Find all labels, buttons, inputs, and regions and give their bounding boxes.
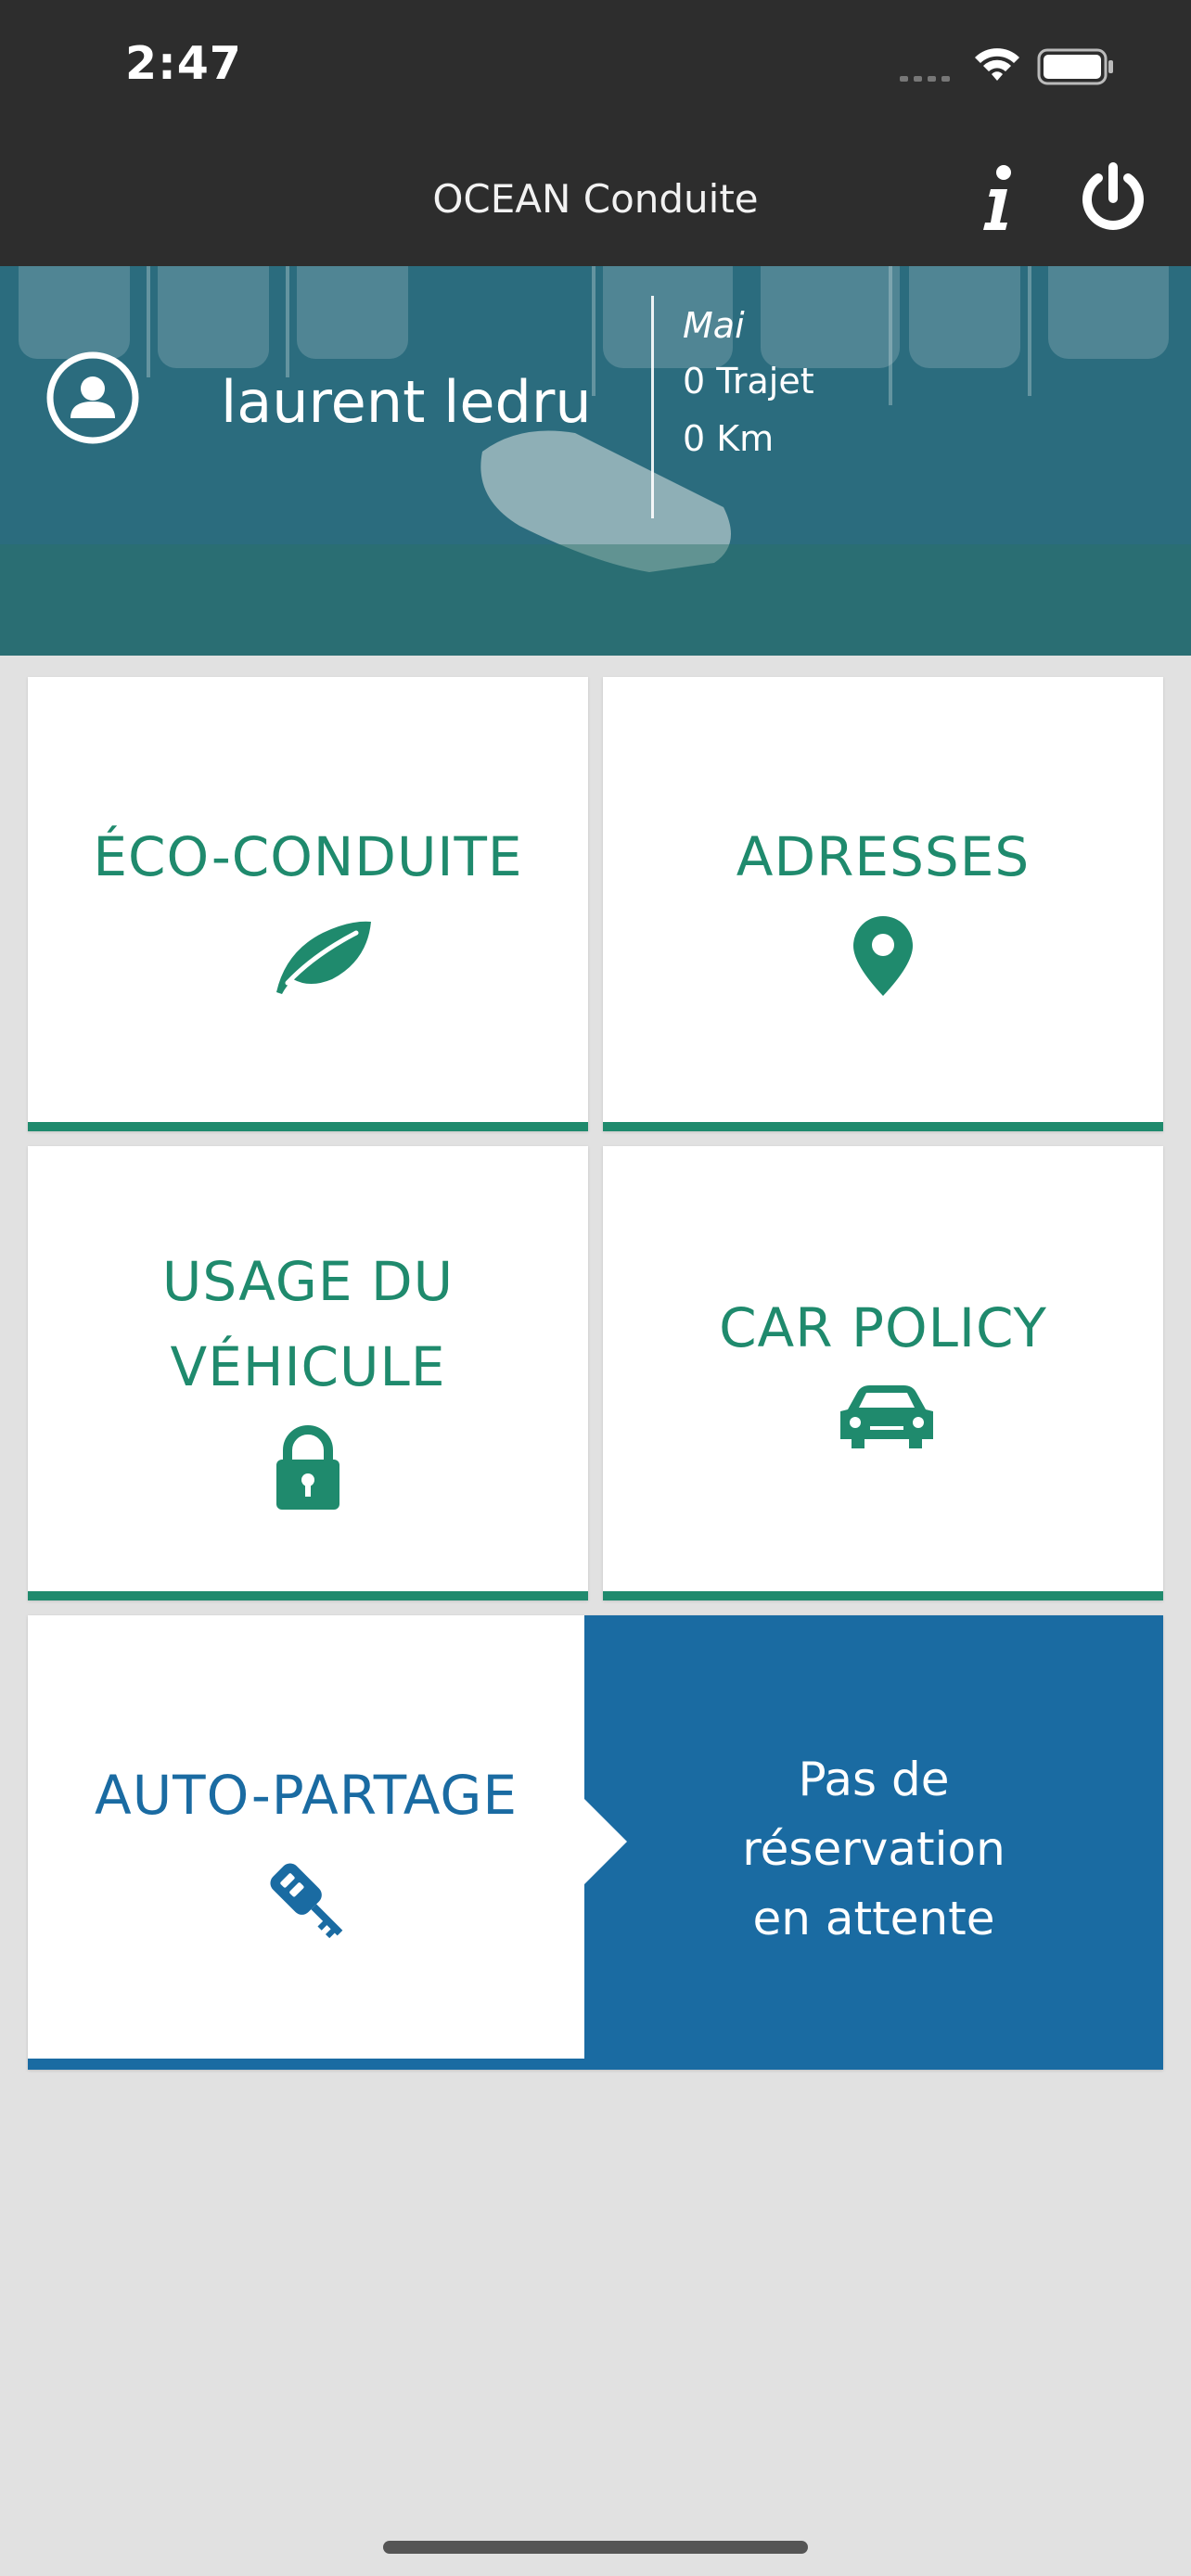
tile-label-line-2: VÉHICULE — [170, 1335, 446, 1398]
user-name: laurent ledru — [221, 368, 592, 436]
cellular-signal-icon — [900, 76, 950, 82]
tile-label: USAGE DU VÉHICULE — [28, 1239, 588, 1409]
tile-usage-du-vehicule[interactable]: USAGE DU VÉHICULE — [28, 1146, 588, 1600]
info-icon[interactable] — [970, 156, 1026, 239]
parking-lot-background-image — [0, 266, 1191, 656]
tile-car-policy[interactable]: CAR POLICY — [603, 1146, 1163, 1600]
tile-label: ADRESSES — [736, 825, 1031, 888]
app-bar: OCEAN Conduite — [0, 130, 1191, 266]
stats-divider — [651, 296, 654, 518]
map-pin-icon — [853, 916, 913, 996]
wifi-icon — [975, 48, 1019, 81]
home-indicator[interactable] — [383, 2541, 808, 2554]
power-icon[interactable] — [1076, 156, 1150, 239]
battery-icon — [1037, 48, 1113, 85]
stats-trips: 0 Trajet — [683, 361, 814, 402]
leaf-icon — [276, 921, 371, 994]
tile-label: AUTO-PARTAGE — [95, 1764, 518, 1827]
tile-adresses[interactable]: ADRESSES — [603, 677, 1163, 1131]
profile-banner: laurent ledru Mai 0 Trajet 0 Km — [0, 266, 1191, 656]
status-line-1: Pas de — [798, 1753, 950, 1806]
tile-label: ÉCO-CONDUITE — [93, 825, 523, 888]
status-bar: 2:47 — [0, 0, 1191, 130]
tile-label-line-1: USAGE DU — [161, 1250, 455, 1313]
car-icon — [840, 1385, 933, 1448]
stats-month: Mai — [683, 305, 745, 346]
lock-icon — [276, 1425, 339, 1510]
user-avatar-icon[interactable] — [45, 350, 141, 446]
auto-partage-panel[interactable]: AUTO-PARTAGE — [28, 1615, 584, 2059]
tile-label: CAR POLICY — [719, 1296, 1047, 1359]
stats-distance: 0 Km — [683, 418, 775, 459]
tile-auto-partage[interactable]: AUTO-PARTAGE Pas de réservation en atten… — [28, 1615, 1163, 2070]
status-time: 2:47 — [125, 37, 242, 90]
car-key-icon — [270, 1863, 343, 1939]
status-line-3: en attente — [752, 1892, 995, 1945]
reservation-status: Pas de réservation en attente — [584, 1745, 1163, 1954]
status-line-2: réservation — [742, 1822, 1005, 1876]
tile-eco-conduite[interactable]: ÉCO-CONDUITE — [28, 677, 588, 1131]
